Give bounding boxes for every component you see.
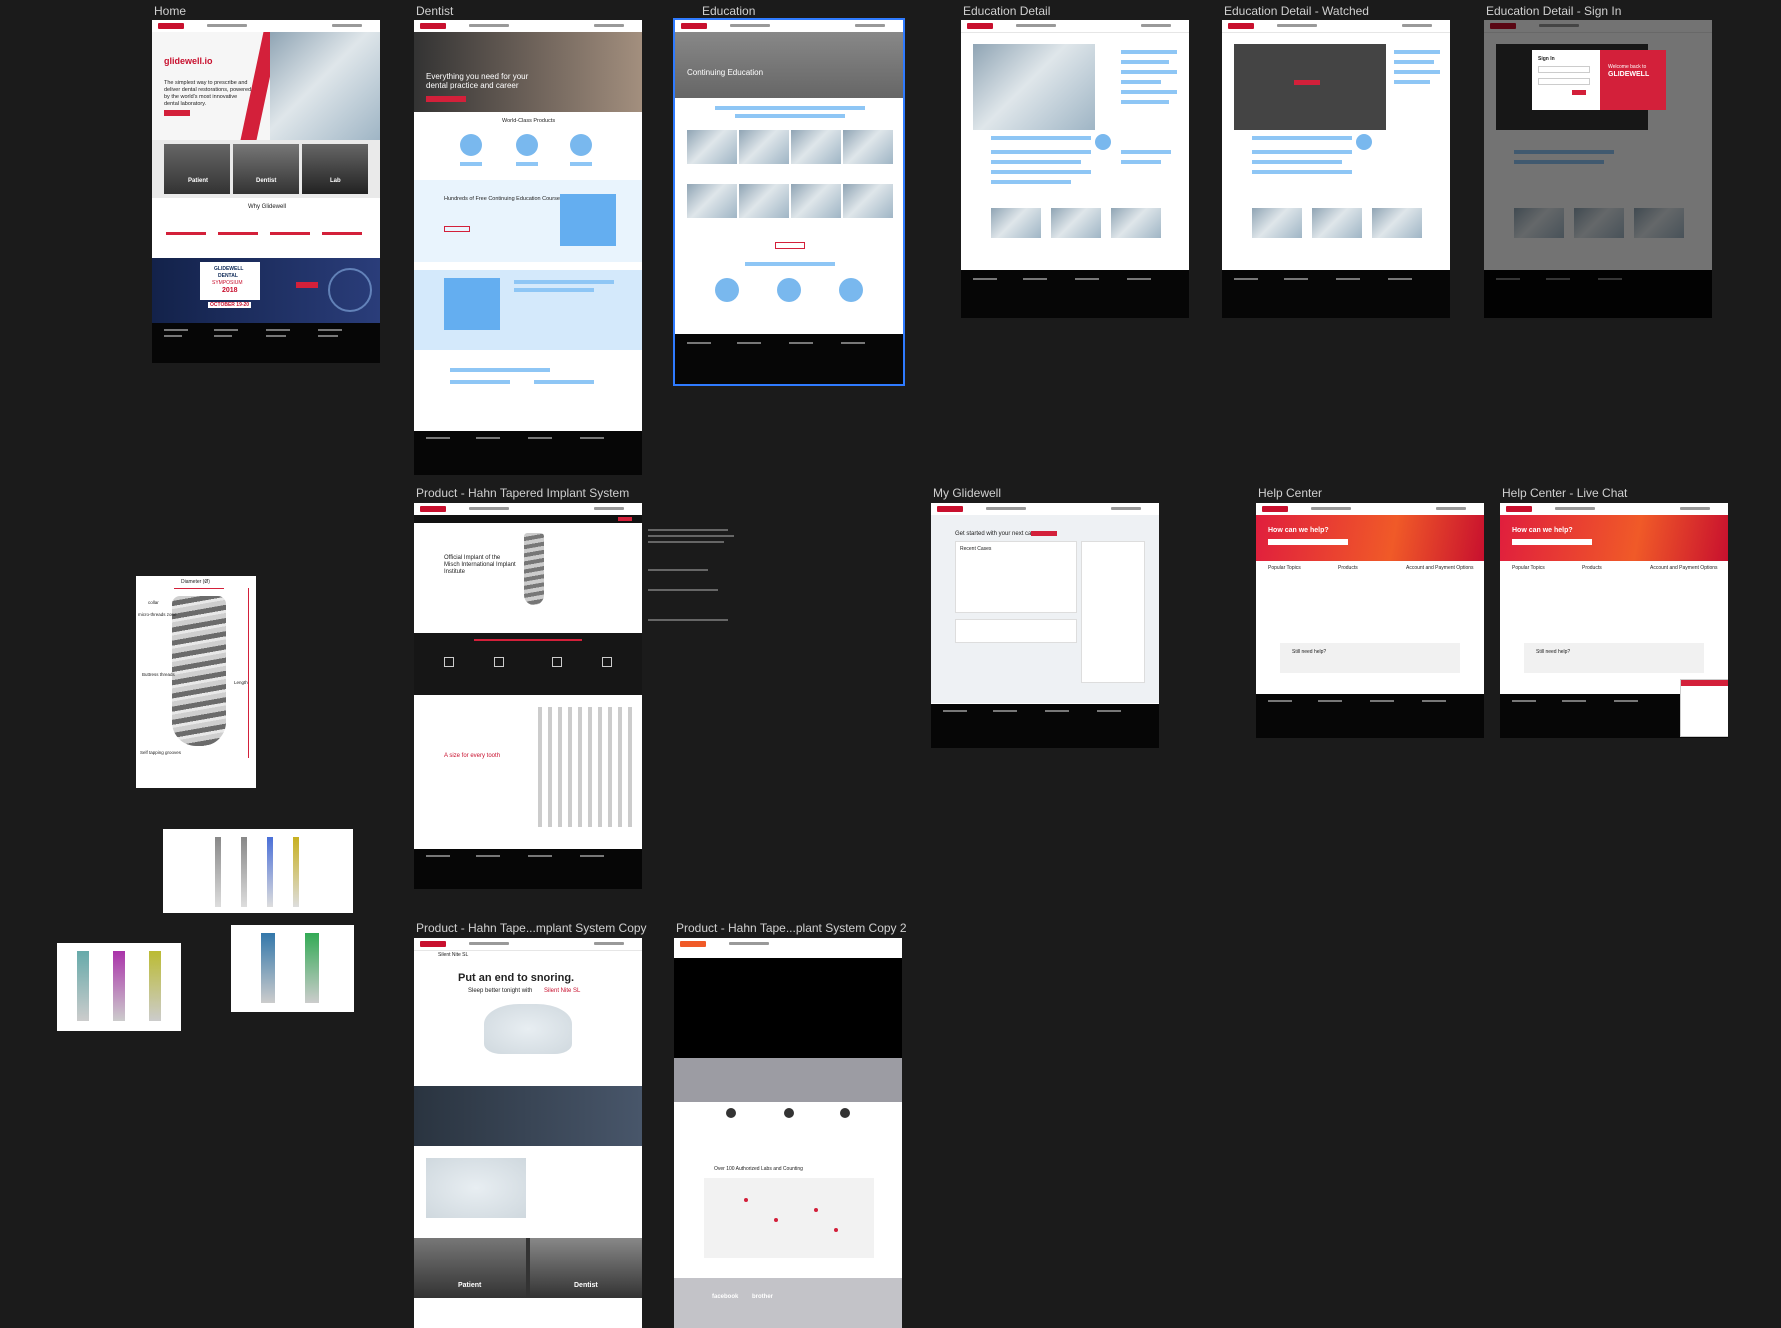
- driver-image-2[interactable]: [231, 925, 354, 1012]
- artboard-help-center-chat[interactable]: How can we help? Popular Topics Products…: [1500, 503, 1728, 738]
- artboard-dentist[interactable]: Everything you need for your dental prac…: [414, 20, 642, 475]
- features-band: [414, 633, 642, 695]
- artboard-product-copy2[interactable]: Over 100 Authorized Labs and Counting fa…: [674, 938, 902, 1328]
- hero: glidewell.io The simplest way to prescri…: [152, 32, 380, 140]
- new-case-button[interactable]: [1031, 531, 1057, 536]
- get-started-button[interactable]: [426, 96, 466, 102]
- hero-text: The simplest way to prescribe and delive…: [164, 80, 252, 107]
- footer: [152, 323, 380, 363]
- artboard-product-copy[interactable]: Silent Nite SL Put an end to snoring. Sl…: [414, 938, 642, 1328]
- signin-button[interactable]: [1572, 90, 1586, 95]
- email-field[interactable]: [1538, 66, 1590, 73]
- artboard-help-center[interactable]: How can we help? Popular Topics Products…: [1256, 503, 1484, 738]
- artboard-my-glidewell[interactable]: Get started with your next case Recent C…: [931, 503, 1159, 748]
- headline: Put an end to snoring.: [458, 972, 575, 984]
- card-patient[interactable]: Patient: [188, 178, 208, 184]
- artboard-label-home[interactable]: Home: [154, 4, 186, 18]
- artboard-label-product-copy2[interactable]: Product - Hahn Tape...plant System Copy …: [676, 921, 907, 935]
- audience-cards: Patient Dentist Lab: [152, 140, 380, 198]
- loose-text-block: [648, 529, 740, 649]
- symposium-banner[interactable]: GLIDEWELL DENTAL SYMPOSIUM 2018 OCTOBER …: [152, 258, 380, 324]
- hero: Everything you need for your dental prac…: [414, 32, 642, 112]
- logo: [158, 23, 184, 29]
- signin-modal[interactable]: Sign In Welcome back to GLIDEWELL: [1532, 50, 1666, 110]
- video-thumbnail[interactable]: [973, 44, 1095, 130]
- card-dentist[interactable]: Dentist: [574, 1282, 598, 1289]
- artboard-education-detail-signin[interactable]: Sign In Welcome back to GLIDEWELL: [1484, 20, 1712, 318]
- hero-title: Everything you need for your dental prac…: [426, 72, 529, 90]
- artboard-label-education-detail-signin[interactable]: Education Detail - Sign In: [1486, 4, 1621, 18]
- artboard-label-education[interactable]: Education: [702, 4, 755, 18]
- artboard-label-my-glidewell[interactable]: My Glidewell: [933, 486, 1001, 500]
- artboard-education-detail[interactable]: [961, 20, 1189, 318]
- benefits-band: [414, 1086, 642, 1146]
- implant-diagram-image[interactable]: Diameter (Ø) collar micro-threads zone B…: [136, 576, 256, 788]
- hero: Continuing Education: [675, 32, 903, 98]
- artboard-product-hahn[interactable]: Official Implant of the Misch Internatio…: [414, 503, 642, 889]
- artboard-home[interactable]: glidewell.io The simplest way to prescri…: [152, 20, 380, 363]
- card-dentist[interactable]: Dentist: [256, 178, 276, 184]
- driver-image-1[interactable]: [57, 943, 181, 1031]
- artboard-label-education-detail-watched[interactable]: Education Detail - Watched: [1224, 4, 1369, 18]
- artboard-label-dentist[interactable]: Dentist: [416, 4, 453, 18]
- why-heading: Why Glidewell: [248, 204, 287, 210]
- password-field[interactable]: [1538, 78, 1590, 85]
- help-search-input[interactable]: [1268, 539, 1348, 545]
- map[interactable]: [704, 1178, 874, 1258]
- features: [166, 232, 366, 252]
- view-courses-button[interactable]: [775, 242, 805, 249]
- brand-title: glidewell.io: [164, 56, 213, 66]
- ce-section: Hundreds of Free Continuing Education Co…: [414, 180, 642, 262]
- live-chat-widget[interactable]: [1680, 679, 1728, 737]
- help-hero: How can we help?: [1256, 515, 1484, 561]
- card-lab[interactable]: Lab: [330, 178, 341, 184]
- artboard-label-help-center[interactable]: Help Center: [1258, 486, 1322, 500]
- recent-cases-table: Recent Cases: [955, 541, 1077, 613]
- artboard-label-product-hahn[interactable]: Product - Hahn Tapered Implant System: [416, 486, 629, 500]
- learn-more-button[interactable]: [164, 110, 190, 116]
- artboard-label-education-detail[interactable]: Education Detail: [963, 4, 1050, 18]
- artboard-label-product-copy[interactable]: Product - Hahn Tape...mplant System Copy: [416, 921, 647, 935]
- hero-video[interactable]: [674, 958, 902, 1058]
- drill-image[interactable]: [163, 829, 353, 913]
- locked-video[interactable]: [1234, 44, 1386, 130]
- artboard-education-detail-watched[interactable]: [1222, 20, 1450, 318]
- card-patient[interactable]: Patient: [458, 1282, 481, 1289]
- artboard-education[interactable]: Continuing Education: [673, 18, 905, 386]
- artboard-label-help-center-chat[interactable]: Help Center - Live Chat: [1502, 486, 1627, 500]
